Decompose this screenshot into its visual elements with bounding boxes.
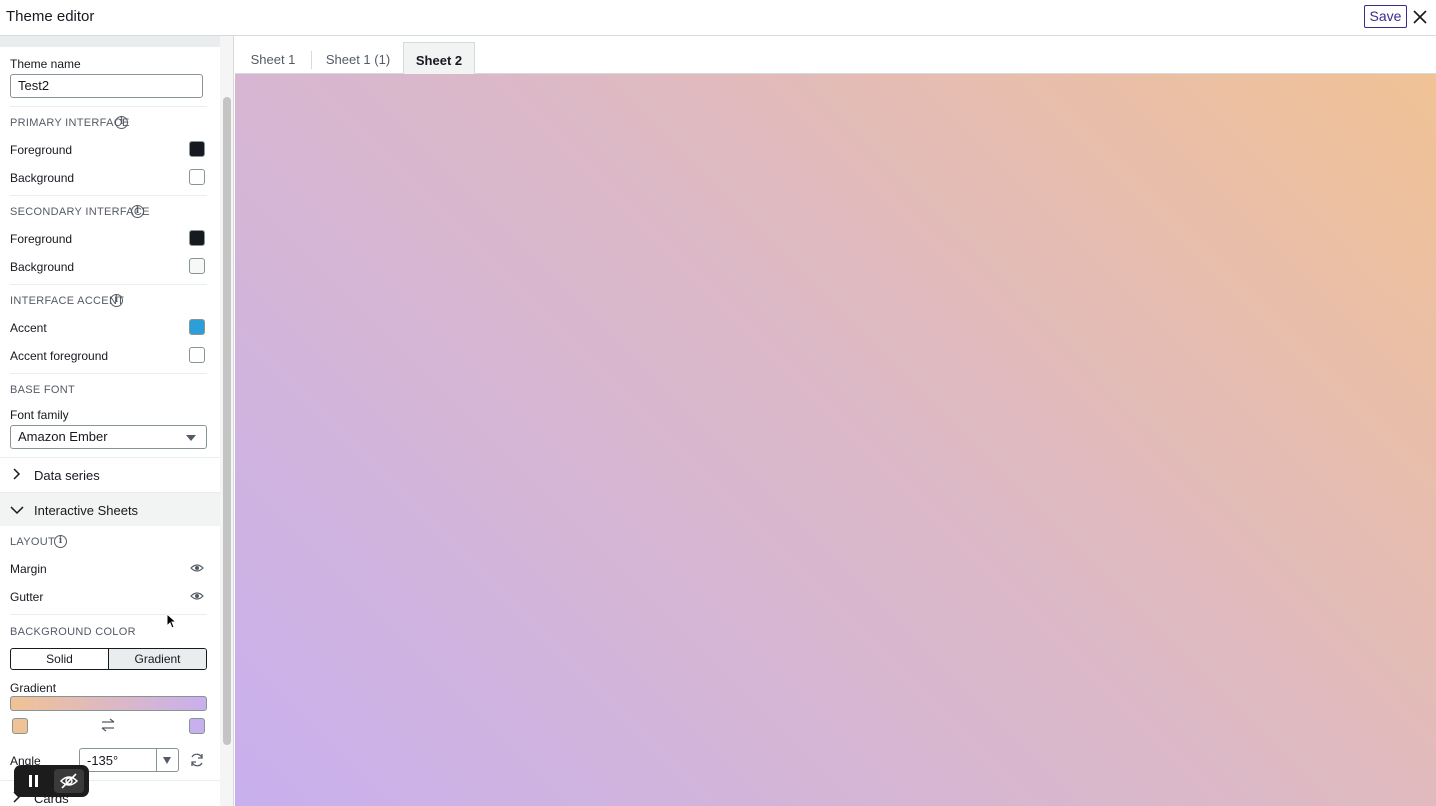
theme-name-input[interactable]: Test2	[10, 74, 203, 98]
tab-sheet-2[interactable]: Sheet 2	[403, 42, 475, 74]
primary-interface-heading: PRIMARY INTERFACE	[10, 117, 130, 129]
primary-foreground-label: Foreground	[10, 143, 73, 157]
font-family-select[interactable]: Amazon Ember	[10, 425, 207, 449]
interface-accent-heading: INTERFACE ACCENT	[10, 295, 125, 307]
font-family-value: Amazon Ember	[18, 429, 108, 444]
chevron-right-icon	[13, 468, 21, 480]
gradient-end-swatch[interactable]	[189, 718, 205, 734]
font-family-label: Font family	[10, 408, 69, 422]
gradient-option[interactable]: Gradient	[108, 649, 206, 669]
divider	[10, 195, 207, 196]
secondary-background-label: Background	[10, 260, 75, 274]
secondary-interface-heading: SECONDARY INTERFACE	[10, 206, 150, 218]
angle-input[interactable]: -135°	[79, 748, 179, 772]
background-color-heading: BACKGROUND COLOR	[10, 626, 136, 638]
divider	[10, 373, 207, 374]
caret-down-icon	[186, 435, 196, 441]
angle-separator	[156, 749, 157, 771]
save-button[interactable]: Save	[1364, 5, 1407, 28]
primary-foreground-swatch[interactable]	[189, 141, 205, 157]
margin-label: Margin	[10, 562, 47, 576]
pause-icon	[29, 775, 38, 787]
sheet-tabs: Sheet 1 Sheet 1 (1) Sheet 2	[235, 37, 1436, 74]
section-data-series-label: Data series	[34, 468, 100, 483]
top-bar: Theme editor Save	[0, 0, 1436, 36]
section-data-series[interactable]: Data series	[0, 457, 220, 491]
primary-background-swatch[interactable]	[189, 169, 205, 185]
info-icon[interactable]: i	[115, 116, 128, 129]
gutter-label: Gutter	[10, 590, 44, 604]
tab-separator	[311, 51, 312, 69]
accent-foreground-swatch[interactable]	[189, 347, 205, 363]
accent-swatch[interactable]	[189, 319, 205, 335]
chevron-down-icon	[10, 506, 24, 515]
secondary-foreground-swatch[interactable]	[189, 230, 205, 246]
solid-option[interactable]: Solid	[11, 649, 108, 669]
secondary-background-swatch[interactable]	[189, 258, 205, 274]
swap-icon[interactable]	[100, 718, 116, 732]
sidebar-top-strip	[0, 36, 220, 47]
page-title: Theme editor	[6, 8, 95, 25]
theme-sidebar: Theme name Test2 PRIMARY INTERFACE i For…	[0, 36, 220, 806]
gradient-label: Gradient	[10, 681, 57, 695]
base-font-heading: BASE FONT	[10, 384, 76, 396]
pause-button[interactable]	[18, 769, 48, 793]
info-icon[interactable]: i	[54, 535, 67, 548]
refresh-icon[interactable]	[189, 752, 205, 768]
info-icon[interactable]: i	[110, 294, 123, 307]
eye-slash-icon	[59, 773, 79, 789]
layout-heading: LAYOUT	[10, 536, 55, 548]
close-icon[interactable]	[1411, 8, 1429, 26]
accent-foreground-label: Accent foreground	[10, 349, 109, 363]
accent-label: Accent	[10, 321, 47, 335]
eye-icon[interactable]	[190, 591, 204, 601]
info-icon[interactable]: i	[131, 205, 144, 218]
divider	[10, 284, 207, 285]
sidebar-scrollbar-thumb[interactable]	[223, 97, 231, 745]
gradient-start-swatch[interactable]	[12, 718, 28, 734]
tab-sheet-1[interactable]: Sheet 1	[237, 45, 309, 74]
sheet-canvas-gradient-preview	[235, 74, 1436, 806]
recording-controls	[14, 765, 89, 797]
primary-background-label: Background	[10, 171, 75, 185]
section-interactive-sheets[interactable]: Interactive Sheets	[0, 492, 220, 526]
theme-name-label: Theme name	[10, 57, 81, 71]
gradient-preview-bar	[10, 696, 207, 711]
section-interactive-sheets-label: Interactive Sheets	[34, 503, 139, 518]
mouse-cursor-icon	[166, 613, 178, 629]
background-type-toggle: Solid Gradient	[10, 648, 207, 670]
caret-down-icon[interactable]	[163, 757, 171, 764]
eye-icon[interactable]	[190, 563, 204, 573]
secondary-foreground-label: Foreground	[10, 232, 73, 246]
hide-cursor-button[interactable]	[54, 769, 84, 793]
divider	[10, 106, 207, 107]
angle-value: -135°	[87, 753, 119, 768]
tab-sheet-1-copy[interactable]: Sheet 1 (1)	[313, 45, 403, 74]
